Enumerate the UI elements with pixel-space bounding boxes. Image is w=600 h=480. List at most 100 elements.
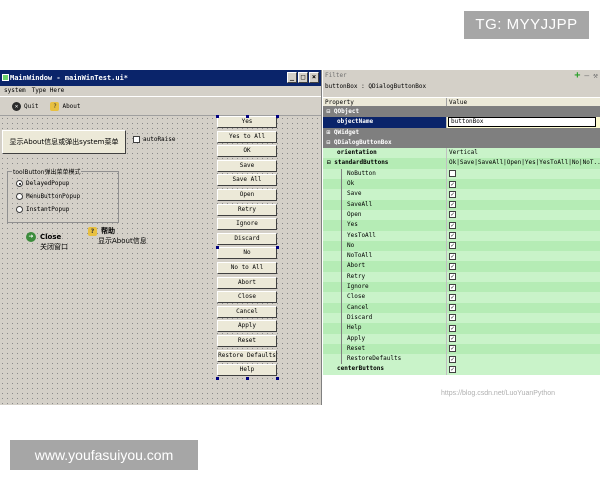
prop-value[interactable]: Ok|Save|SaveAll|Open|Yes|YesToAll|No|NoT… [447, 158, 600, 168]
resize-handle[interactable] [246, 115, 249, 118]
flag-checkbox[interactable]: ✓ [449, 293, 456, 301]
prop-value[interactable]: ✓ [447, 364, 600, 374]
flag-row[interactable]: No ✓ [323, 240, 600, 252]
flag-value[interactable]: ✓ [447, 179, 600, 189]
flag-value[interactable]: ✓ [447, 231, 600, 241]
flag-row[interactable]: Ignore ✓ [323, 282, 600, 293]
flag-row[interactable]: SaveAll ✓ [323, 199, 600, 210]
flag-checkbox[interactable]: ✓ [449, 232, 456, 240]
quit-action[interactable]: ✕ Quit [12, 101, 38, 111]
resize-handle[interactable] [276, 377, 279, 380]
flag-row[interactable]: Cancel ✓ [323, 302, 600, 313]
dialog-button-box[interactable]: Yes Yes to All OK Save Save All Open Ret… [216, 115, 279, 380]
flag-value[interactable]: ✓ [447, 189, 600, 199]
flag-value[interactable]: ✓ [447, 241, 600, 251]
flag-value[interactable]: ✓ [447, 251, 600, 261]
flag-row[interactable]: NoButton [323, 168, 600, 180]
objectname-edit[interactable]: buttonBox [448, 117, 596, 128]
flag-value[interactable]: ✓ [447, 344, 600, 354]
radio-button[interactable] [16, 193, 23, 200]
flag-value[interactable]: ✓ [447, 220, 600, 230]
flag-checkbox[interactable]: ✓ [449, 283, 456, 291]
help-tool-button[interactable]: ? 帮助 显示About信息 [88, 226, 147, 246]
flag-row[interactable]: Save ✓ [323, 189, 600, 200]
radio-instant-popup[interactable]: InstantPopup [16, 206, 69, 213]
prop-value[interactable]: Vertical [447, 148, 600, 158]
flag-checkbox[interactable]: ✓ [449, 211, 456, 219]
flag-checkbox[interactable]: ✓ [449, 324, 456, 332]
flag-row[interactable]: Yes ✓ [323, 220, 600, 231]
btn-restore-defaults[interactable]: Restore Defaults [217, 349, 277, 362]
resize-handle[interactable] [216, 377, 219, 380]
wrench-icon[interactable]: ⚒ [593, 71, 598, 80]
flag-checkbox[interactable]: ✓ [449, 273, 456, 281]
close-icon[interactable]: × [309, 72, 319, 83]
flag-row[interactable]: Retry ✓ [323, 271, 600, 283]
btn-ok[interactable]: OK [217, 145, 277, 158]
btn-yes-to-all[interactable]: Yes to All [217, 130, 277, 143]
btn-abort[interactable]: Abort [217, 276, 277, 289]
btn-save[interactable]: Save [217, 159, 277, 172]
flag-value[interactable]: ✓ [447, 210, 600, 220]
filter-input[interactable]: Filter [325, 72, 347, 79]
flag-checkbox[interactable]: ✓ [449, 190, 456, 198]
btn-apply[interactable]: Apply [217, 320, 277, 333]
flag-row[interactable]: Open ✓ [323, 209, 600, 221]
group-qdialogbuttonbox[interactable]: ⊟ QDialogButtonBox [323, 137, 600, 149]
flag-value[interactable]: ✓ [447, 303, 600, 313]
btn-help[interactable]: Help [217, 364, 277, 377]
remove-property-icon[interactable]: — [584, 71, 589, 80]
flag-row[interactable]: RestoreDefaults ✓ [323, 354, 600, 365]
flag-value[interactable]: ✓ [447, 323, 600, 333]
flag-row[interactable]: Close ✓ [323, 292, 600, 303]
flag-value[interactable]: ✓ [447, 261, 600, 271]
close-tool-button[interactable]: ➜ Close 关闭窗口 [26, 232, 68, 252]
flag-value[interactable]: ✓ [447, 282, 600, 292]
about-action[interactable]: ? About [50, 101, 81, 111]
property-column-header[interactable]: Property [323, 98, 447, 106]
radio-button[interactable] [16, 180, 23, 187]
add-property-icon[interactable]: + [574, 71, 580, 81]
flag-value[interactable]: ✓ [447, 292, 600, 302]
flag-checkbox[interactable]: ✓ [449, 262, 456, 270]
flag-checkbox[interactable]: ✓ [449, 201, 456, 209]
group-qwidget[interactable]: ⊞ QWidget [323, 127, 600, 138]
btn-discard[interactable]: Discard [217, 232, 277, 245]
flag-row[interactable]: Help ✓ [323, 323, 600, 334]
resize-handle[interactable] [246, 377, 249, 380]
resize-handle[interactable] [216, 115, 219, 118]
flag-value[interactable]: ✓ [447, 272, 600, 282]
btn-reset[interactable]: Reset [217, 335, 277, 347]
maximize-icon[interactable]: □ [298, 72, 308, 83]
group-qobject[interactable]: ⊟ QObject [323, 107, 600, 118]
prop-orientation[interactable]: orientation Vertical [323, 148, 600, 159]
flag-checkbox[interactable]: ✓ [449, 355, 456, 363]
btn-close[interactable]: Close [217, 291, 277, 304]
btn-no-to-all[interactable]: No to All [217, 262, 277, 274]
centerbuttons-checkbox[interactable]: ✓ [449, 365, 456, 373]
radio-button[interactable] [16, 206, 23, 213]
flag-checkbox[interactable]: ✓ [449, 221, 456, 229]
flag-checkbox[interactable]: ✓ [449, 304, 456, 312]
flag-row[interactable]: YesToAll ✓ [323, 230, 600, 241]
menu-system[interactable]: system [4, 86, 26, 96]
radio-menu-button-popup[interactable]: MenuButtonPopup [16, 193, 80, 200]
prop-standardbuttons[interactable]: ⊟ standardButtons Ok|Save|SaveAll|Open|Y… [323, 158, 600, 169]
flag-checkbox[interactable]: ✓ [449, 242, 456, 250]
prop-centerbuttons[interactable]: centerButtons ✓ [323, 364, 600, 375]
flag-checkbox[interactable]: ✓ [449, 252, 456, 260]
flag-row[interactable]: Discard ✓ [323, 312, 600, 324]
resize-handle[interactable] [276, 246, 279, 249]
btn-open[interactable]: Open [217, 189, 277, 201]
radio-delayed-popup[interactable]: DelayedPopup [16, 180, 69, 187]
btn-cancel[interactable]: Cancel [217, 305, 277, 318]
flag-row[interactable]: Apply ✓ [323, 333, 600, 344]
flag-value[interactable]: ✓ [447, 334, 600, 344]
flag-checkbox[interactable]: ✓ [449, 314, 456, 322]
flag-row[interactable]: NoToAll ✓ [323, 251, 600, 262]
value-column-header[interactable]: Value [447, 98, 467, 106]
flag-checkbox[interactable]: ✓ [449, 180, 456, 188]
flag-checkbox[interactable]: ✓ [449, 345, 456, 353]
btn-ignore[interactable]: Ignore [217, 218, 277, 231]
btn-retry[interactable]: Retry [217, 203, 277, 216]
